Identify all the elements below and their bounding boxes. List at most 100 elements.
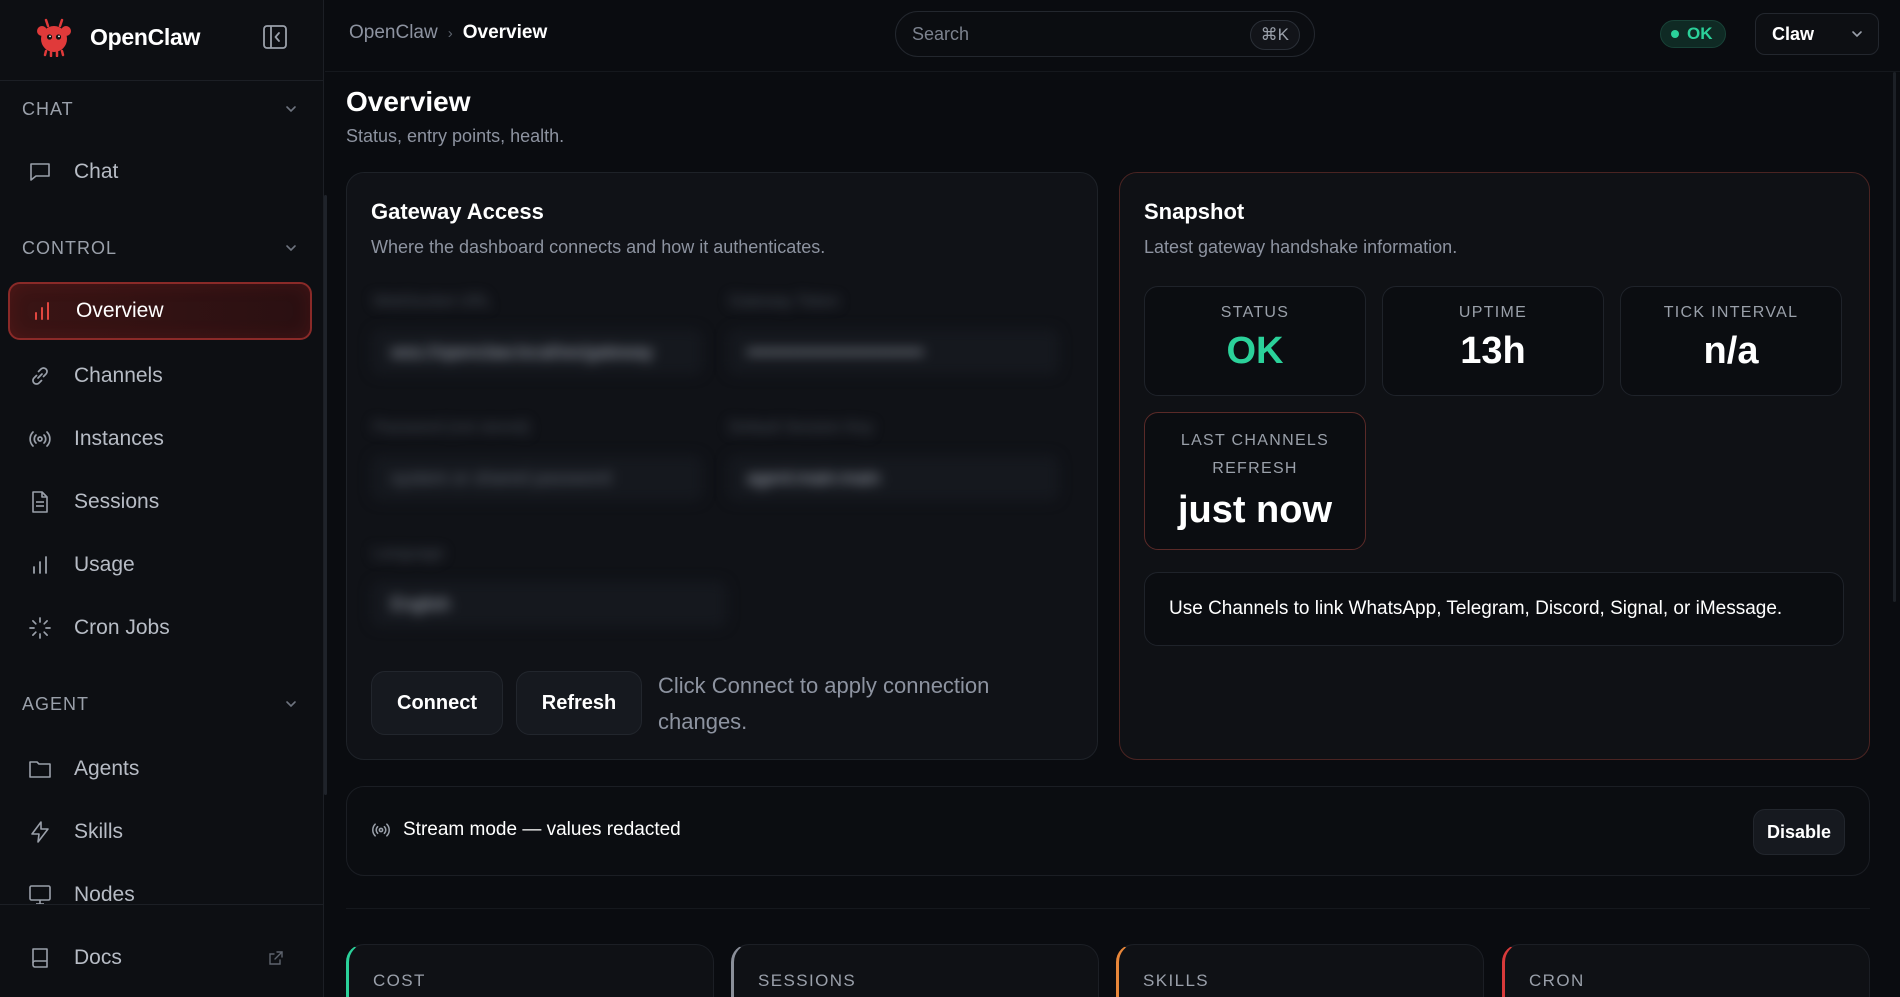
bar-chart-icon — [29, 298, 55, 324]
summary-card-cost[interactable]: COST — [346, 944, 714, 997]
stat-uptime: UPTIME 13h — [1382, 286, 1604, 396]
stat-tick-interval: TICK INTERVAL n/a — [1620, 286, 1842, 396]
gateway-token-label: Gateway Token — [729, 293, 839, 310]
sidebar-scrollbar[interactable] — [324, 195, 327, 795]
refresh-button[interactable]: Refresh — [516, 671, 642, 735]
sidebar-item-docs[interactable]: Docs — [8, 929, 312, 987]
spinner-icon — [27, 615, 53, 641]
card-title: Gateway Access — [371, 199, 544, 224]
stat-last-channels-refresh: LAST CHANNELS REFRESH just now — [1144, 412, 1366, 550]
breadcrumb-separator: › — [447, 24, 453, 42]
language-label: Language — [373, 545, 445, 562]
stat-label: LAST CHANNELS REFRESH — [1180, 432, 1330, 477]
connect-button[interactable]: Connect — [371, 671, 503, 735]
brand[interactable]: OpenClaw — [34, 16, 200, 58]
sidebar-item-cron-jobs[interactable]: Cron Jobs — [8, 599, 312, 657]
section-divider — [346, 908, 1870, 909]
summary-card-label: CRON — [1529, 971, 1585, 990]
websocket-url-field[interactable]: wss://openclaw.local/ws/gateway — [371, 329, 703, 375]
page-title: Overview — [346, 86, 471, 117]
sidebar-item-sessions[interactable]: Sessions — [8, 473, 312, 531]
websocket-url-label: WebSocket URL — [373, 293, 491, 310]
stat-value: n/a — [1703, 330, 1759, 372]
summary-card-skills[interactable]: SKILLS — [1116, 944, 1484, 997]
session-key-field[interactable]: agent:main:main — [727, 455, 1059, 501]
sidebar-item-label: Docs — [74, 946, 122, 969]
sidebar-item-label: Skills — [74, 820, 124, 843]
card-title: Snapshot — [1144, 199, 1245, 224]
section-label: CHAT — [22, 98, 74, 119]
lightning-icon — [27, 819, 53, 845]
chat-bubble-icon — [27, 159, 53, 185]
sidebar-item-label: Overview — [76, 299, 164, 322]
agent-select-value: Claw — [1772, 23, 1815, 44]
sidebar-item-label: Agents — [74, 757, 140, 780]
section-control-header[interactable]: CONTROL — [22, 233, 298, 263]
collapse-sidebar-button[interactable] — [260, 22, 290, 52]
chevron-down-icon — [286, 106, 296, 113]
password-label: Password (not stored) — [373, 419, 530, 436]
stat-label: UPTIME — [1458, 304, 1528, 321]
section-label: AGENT — [22, 693, 90, 714]
status-text: OK — [1687, 24, 1713, 43]
summary-card-sessions[interactable]: SESSIONS — [731, 944, 1099, 997]
sidebar-divider — [0, 80, 324, 81]
stat-value: just now — [1177, 489, 1333, 531]
language-select[interactable]: English — [371, 581, 727, 627]
chevron-down-icon — [286, 245, 296, 252]
sidebar-item-label: Instances — [74, 427, 164, 450]
section-label: CONTROL — [22, 237, 118, 258]
topbar: OpenClaw › Overview Search ⌘K OK Claw — [325, 0, 1900, 72]
sidebar-item-skills[interactable]: Skills — [8, 803, 312, 861]
breadcrumb-root[interactable]: OpenClaw — [349, 22, 438, 44]
summary-card-cron[interactable]: CRON — [1502, 944, 1870, 997]
password-field[interactable]: system or shared password — [371, 455, 703, 501]
section-agent-header[interactable]: AGENT — [22, 689, 298, 719]
section-chat-header[interactable]: CHAT — [22, 94, 298, 124]
search-input[interactable]: Search ⌘K — [895, 11, 1315, 57]
search-placeholder: Search — [912, 23, 970, 44]
sidebar-item-overview[interactable]: Overview — [8, 282, 312, 340]
stream-mode-text: Stream mode — values redacted — [403, 819, 681, 840]
stat-status: STATUS OK — [1144, 286, 1366, 396]
sidebar-item-nodes[interactable]: Nodes — [8, 866, 312, 924]
breadcrumb: OpenClaw › Overview — [349, 22, 547, 44]
stream-mode-label: Stream mode — values redacted — [371, 819, 681, 841]
app-window: OpenClaw CHAT Chat CONTROL Overview Chan… — [0, 0, 1900, 997]
external-link-icon — [269, 951, 283, 965]
sidebar-item-channels[interactable]: Channels — [8, 347, 312, 405]
card-subtitle: Latest gateway handshake information. — [1144, 237, 1458, 257]
openclaw-logo-icon — [37, 18, 71, 57]
summary-card-label: SESSIONS — [758, 971, 857, 990]
connect-hint-text: Click Connect to apply connection change… — [658, 673, 990, 734]
breadcrumb-current: Overview — [462, 22, 548, 43]
broadcast-icon — [27, 426, 53, 452]
sidebar-toggle-icon — [263, 25, 287, 49]
sidebar: OpenClaw CHAT Chat CONTROL Overview Chan… — [0, 0, 324, 997]
summary-card-label: SKILLS — [1143, 971, 1210, 990]
chevron-down-icon — [1852, 31, 1862, 38]
sidebar-item-label: Usage — [74, 553, 135, 576]
sidebar-item-label: Sessions — [74, 490, 160, 513]
document-icon — [27, 489, 53, 515]
sidebar-item-instances[interactable]: Instances — [8, 410, 312, 468]
search-shortcut-badge: ⌘K — [1249, 20, 1300, 50]
gateway-token-field[interactable]: •••••••••••••••••••••••••••• — [727, 329, 1059, 375]
sidebar-item-usage[interactable]: Usage — [8, 536, 312, 594]
stat-value: 13h — [1460, 330, 1526, 372]
folder-icon — [27, 756, 53, 782]
main-scrollbar[interactable] — [1893, 72, 1896, 602]
status-dot-icon — [1671, 30, 1679, 38]
sidebar-item-chat[interactable]: Chat — [8, 143, 312, 201]
book-icon — [27, 945, 53, 971]
sidebar-divider — [0, 904, 324, 905]
disable-stream-mode-button[interactable]: Disable — [1753, 809, 1845, 855]
stat-label: TICK INTERVAL — [1663, 304, 1799, 321]
agent-select[interactable]: Claw — [1755, 13, 1879, 55]
page-subtitle: Status, entry points, health. — [346, 126, 565, 146]
connection-status-badge: OK — [1660, 20, 1726, 48]
sidebar-item-agents[interactable]: Agents — [8, 740, 312, 798]
sidebar-item-label: Channels — [74, 364, 163, 387]
stat-label: STATUS — [1220, 304, 1290, 321]
summary-card-label: COST — [373, 971, 426, 990]
